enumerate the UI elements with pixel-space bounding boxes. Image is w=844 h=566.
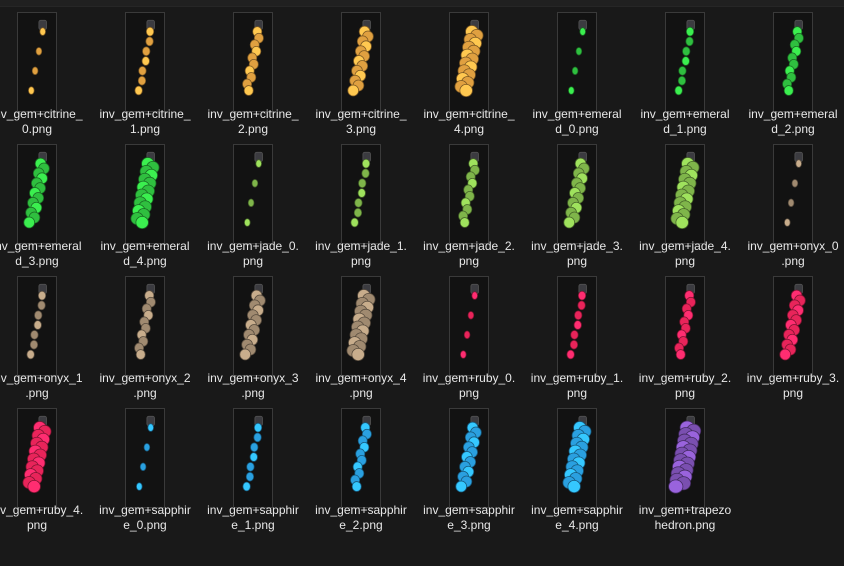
file-item[interactable]: inv_gem+citrine_ 3.png — [307, 12, 415, 144]
gem-thumbnail-icon — [665, 408, 705, 508]
file-item[interactable]: inv_gem+jade_4. png — [631, 144, 739, 276]
file-item[interactable]: inv_gem+jade_3. png — [523, 144, 631, 276]
file-name-label: inv_gem+sapphir e_1.png — [207, 503, 299, 532]
file-name-label: inv_gem+sapphir e_4.png — [531, 503, 623, 532]
file-name-label: inv_gem+jade_2. png — [423, 239, 515, 268]
file-item[interactable]: inv_gem+onyx_4 .png — [307, 276, 415, 408]
gem-thumbnail-icon — [125, 276, 165, 376]
file-item[interactable]: inv_gem+emeral d_1.png — [631, 12, 739, 144]
file-item[interactable]: inv_gem+ruby_0. png — [415, 276, 523, 408]
gem-thumbnail-icon — [233, 144, 273, 244]
gem-thumbnail-icon — [233, 12, 273, 112]
gem-thumbnail-icon — [557, 12, 597, 112]
gem-thumbnail-icon — [557, 276, 597, 376]
gem-thumbnail-icon — [665, 144, 705, 244]
gem-thumbnail-icon — [17, 276, 57, 376]
file-name-label: inv_gem+citrine_ 0.png — [0, 107, 83, 136]
file-name-label: inv_gem+emeral d_2.png — [748, 107, 838, 136]
gem-thumbnail-icon — [17, 144, 57, 244]
gem-thumbnail-icon — [773, 144, 813, 244]
file-name-label: inv_gem+jade_1. png — [315, 239, 407, 268]
gem-thumbnail-icon — [233, 408, 273, 508]
file-item[interactable]: inv_gem+sapphir e_4.png — [523, 408, 631, 540]
file-name-label: inv_gem+ruby_0. png — [422, 371, 516, 400]
file-item[interactable]: inv_gem+emeral d_3.png — [0, 144, 91, 276]
gem-thumbnail-icon — [233, 276, 273, 376]
file-name-label: inv_gem+citrine_ 3.png — [315, 107, 407, 136]
file-item[interactable]: inv_gem+trapezo hedron.png — [631, 408, 739, 540]
file-item[interactable]: inv_gem+citrine_ 4.png — [415, 12, 523, 144]
file-item[interactable]: inv_gem+ruby_1. png — [523, 276, 631, 408]
file-name-label: inv_gem+citrine_ 4.png — [423, 107, 515, 136]
gem-thumbnail-icon — [557, 144, 597, 244]
gem-thumbnail-icon — [341, 144, 381, 244]
file-name-label: inv_gem+emeral d_4.png — [100, 239, 190, 268]
file-item[interactable]: inv_gem+jade_0. png — [199, 144, 307, 276]
file-name-label: inv_gem+onyx_4 .png — [315, 371, 407, 400]
file-name-label: inv_gem+jade_3. png — [531, 239, 623, 268]
file-name-label: inv_gem+ruby_3. png — [746, 371, 840, 400]
gem-thumbnail-icon — [449, 12, 489, 112]
file-item[interactable]: inv_gem+citrine_ 2.png — [199, 12, 307, 144]
file-name-label: inv_gem+citrine_ 1.png — [99, 107, 191, 136]
file-name-label: inv_gem+emeral d_1.png — [640, 107, 730, 136]
file-name-label: inv_gem+onyx_3 .png — [207, 371, 299, 400]
file-item[interactable]: inv_gem+citrine_ 1.png — [91, 12, 199, 144]
gem-thumbnail-icon — [341, 276, 381, 376]
gem-thumbnail-icon — [773, 276, 813, 376]
file-item[interactable]: inv_gem+ruby_3. png — [739, 276, 844, 408]
gem-thumbnail-icon — [17, 408, 57, 508]
file-item[interactable]: inv_gem+jade_2. png — [415, 144, 523, 276]
file-item[interactable]: inv_gem+ruby_2. png — [631, 276, 739, 408]
file-name-label: inv_gem+ruby_4. png — [0, 503, 84, 532]
file-item[interactable]: inv_gem+ruby_4. png — [0, 408, 91, 540]
file-name-label: inv_gem+ruby_2. png — [638, 371, 732, 400]
file-item[interactable]: inv_gem+onyx_2 .png — [91, 276, 199, 408]
file-item[interactable]: inv_gem+jade_1. png — [307, 144, 415, 276]
gem-thumbnail-icon — [449, 144, 489, 244]
file-name-label: inv_gem+sapphir e_3.png — [423, 503, 515, 532]
gem-thumbnail-icon — [449, 408, 489, 508]
file-item[interactable]: inv_gem+onyx_3 .png — [199, 276, 307, 408]
file-name-label: inv_gem+emeral d_3.png — [0, 239, 82, 268]
toolbar-edge — [0, 0, 844, 7]
file-name-label: inv_gem+onyx_1 .png — [0, 371, 83, 400]
gem-thumbnail-icon — [665, 12, 705, 112]
gem-thumbnail-icon — [125, 144, 165, 244]
file-item[interactable]: inv_gem+sapphir e_3.png — [415, 408, 523, 540]
file-item[interactable]: inv_gem+onyx_1 .png — [0, 276, 91, 408]
gem-thumbnail-icon — [341, 408, 381, 508]
gem-thumbnail-icon — [341, 12, 381, 112]
file-item[interactable]: inv_gem+emeral d_0.png — [523, 12, 631, 144]
file-name-label: inv_gem+trapezo hedron.png — [638, 503, 732, 532]
gem-thumbnail-icon — [449, 276, 489, 376]
file-item[interactable]: inv_gem+sapphir e_2.png — [307, 408, 415, 540]
gem-thumbnail-icon — [125, 408, 165, 508]
gem-thumbnail-icon — [17, 12, 57, 112]
file-item[interactable]: inv_gem+onyx_0 .png — [739, 144, 844, 276]
file-name-label: inv_gem+jade_4. png — [639, 239, 731, 268]
file-item[interactable]: inv_gem+sapphir e_0.png — [91, 408, 199, 540]
file-name-label: inv_gem+sapphir e_2.png — [315, 503, 407, 532]
file-name-label: inv_gem+citrine_ 2.png — [207, 107, 299, 136]
file-name-label: inv_gem+jade_0. png — [207, 239, 299, 268]
file-item[interactable]: inv_gem+emeral d_4.png — [91, 144, 199, 276]
file-item[interactable]: inv_gem+emeral d_2.png — [739, 12, 844, 144]
gem-thumbnail-icon — [665, 276, 705, 376]
gem-thumbnail-icon — [557, 408, 597, 508]
file-name-label: inv_gem+sapphir e_0.png — [99, 503, 191, 532]
file-name-label: inv_gem+ruby_1. png — [530, 371, 624, 400]
gem-thumbnail-icon — [125, 12, 165, 112]
file-name-label: inv_gem+onyx_2 .png — [99, 371, 191, 400]
file-item[interactable]: inv_gem+citrine_ 0.png — [0, 12, 91, 144]
file-item[interactable]: inv_gem+sapphir e_1.png — [199, 408, 307, 540]
file-name-label: inv_gem+emeral d_0.png — [532, 107, 622, 136]
gem-thumbnail-icon — [773, 12, 813, 112]
file-name-label: inv_gem+onyx_0 .png — [747, 239, 839, 268]
